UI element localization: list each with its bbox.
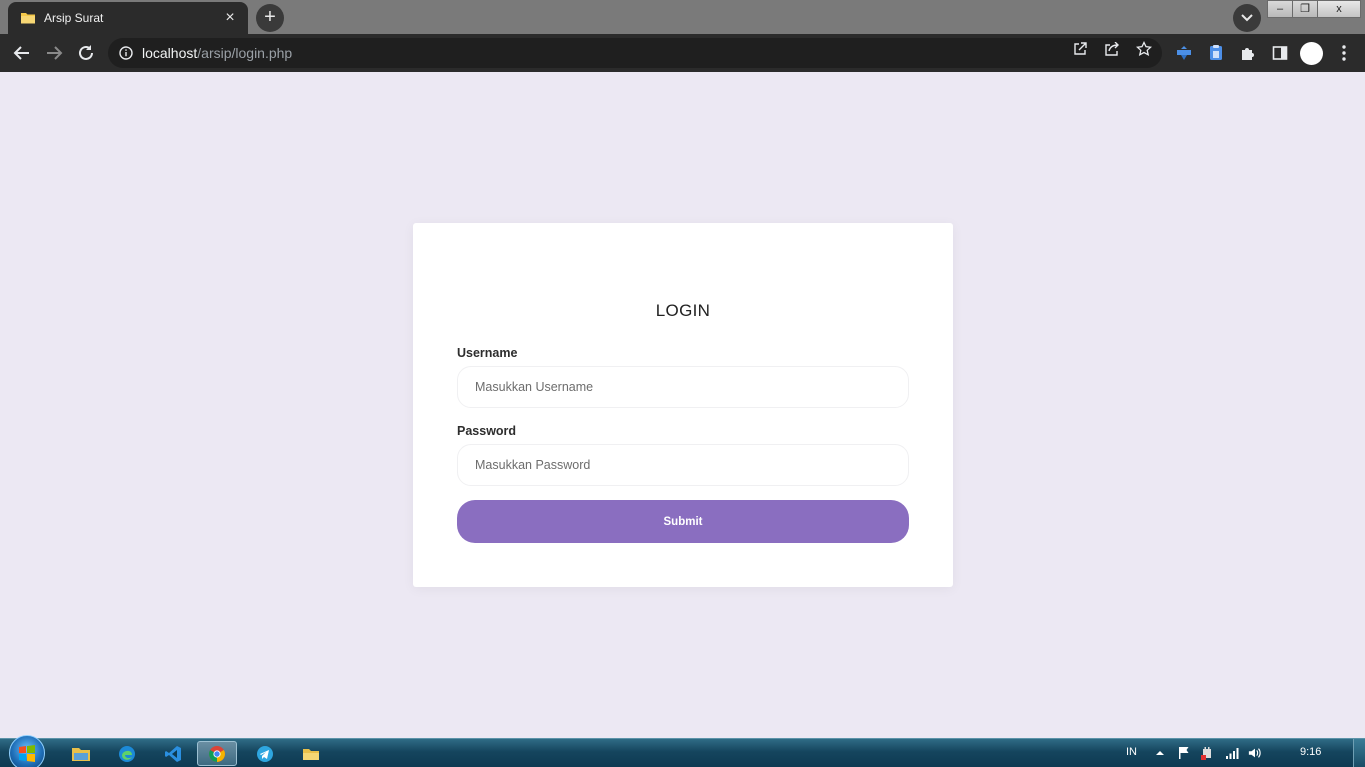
info-icon[interactable] (118, 45, 134, 61)
edge-icon (119, 745, 135, 762)
windows-logo-icon (19, 745, 35, 762)
extension-puzzle-colored-icon[interactable] (1174, 43, 1194, 63)
folder-icon (20, 10, 36, 26)
share-icon[interactable] (1104, 41, 1120, 57)
browser-toolbar: localhost/arsip/login.php (0, 34, 1365, 72)
login-heading: LOGIN (655, 301, 711, 320)
folder-icon (303, 748, 319, 760)
username-label: Username (457, 346, 518, 360)
back-button[interactable] (8, 39, 36, 67)
taskbar: IN 9:16 (0, 735, 1365, 767)
taskbar-telegram[interactable] (245, 741, 285, 766)
chrome-icon (209, 745, 225, 762)
reload-button[interactable] (72, 39, 100, 67)
submit-button[interactable]: Submit (457, 500, 909, 543)
window-close-button[interactable]: x (1317, 0, 1361, 18)
more-menu-icon[interactable] (1334, 43, 1354, 63)
minimize-button[interactable]: – (1267, 0, 1293, 18)
window-controls: – ❐ x (1267, 0, 1361, 18)
page-viewport: LOGIN Username Password Submit (0, 72, 1365, 738)
login-card: LOGIN Username Password Submit (413, 223, 953, 587)
password-label: Password (457, 424, 517, 438)
vscode-icon (165, 745, 181, 762)
show-desktop-button[interactable] (1353, 739, 1365, 767)
tray-expand-icon[interactable] (1153, 746, 1167, 760)
browser-tab[interactable]: Arsip Surat × (8, 2, 248, 34)
url-text: localhost/arsip/login.php (142, 45, 292, 61)
tab-strip: Arsip Surat × + – ❐ x (0, 0, 1365, 34)
power-icon[interactable] (1200, 746, 1214, 760)
tab-search-button[interactable] (1233, 4, 1261, 32)
address-bar[interactable]: localhost/arsip/login.php (108, 38, 1162, 68)
new-tab-button[interactable]: + (256, 4, 284, 32)
tab-close-icon[interactable]: × (222, 10, 238, 26)
clock[interactable]: 9:16 (1300, 746, 1321, 758)
bookmark-star-icon[interactable] (1136, 41, 1152, 57)
language-indicator[interactable]: IN (1126, 746, 1137, 758)
taskbar-chrome[interactable] (197, 741, 237, 766)
restore-button[interactable]: ❐ (1292, 0, 1318, 18)
file-explorer-icon (72, 747, 90, 761)
start-button[interactable] (9, 735, 45, 767)
tab-title: Arsip Surat (44, 11, 104, 25)
side-panel-icon[interactable] (1270, 43, 1290, 63)
reload-icon (79, 45, 93, 60)
arrow-left-icon (13, 46, 29, 60)
network-signal-icon[interactable] (1225, 746, 1239, 760)
extensions-icon[interactable] (1238, 43, 1258, 63)
username-input[interactable] (457, 366, 909, 408)
url-host: localhost (142, 45, 198, 61)
action-center-flag-icon[interactable] (1177, 746, 1191, 760)
taskbar-file-explorer[interactable] (61, 741, 101, 766)
taskbar-vscode[interactable] (153, 741, 193, 766)
forward-button[interactable] (40, 39, 68, 67)
profile-avatar[interactable] (1300, 42, 1323, 65)
url-path: /arsip/login.php (197, 45, 293, 61)
open-in-app-icon[interactable] (1072, 41, 1088, 57)
telegram-icon (257, 745, 273, 762)
taskbar-folder[interactable] (291, 741, 331, 766)
arrow-right-icon (47, 46, 63, 60)
extension-clipboard-icon[interactable] (1206, 43, 1226, 63)
password-input[interactable] (457, 444, 909, 486)
chevron-down-icon (1241, 14, 1253, 22)
taskbar-edge[interactable] (107, 741, 147, 766)
volume-icon[interactable] (1248, 746, 1262, 760)
